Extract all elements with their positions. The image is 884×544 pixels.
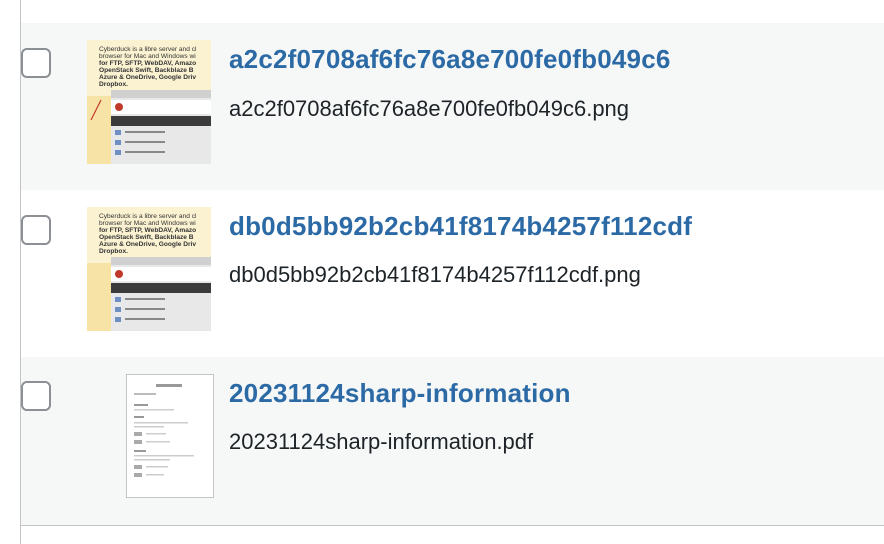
media-filename: a2c2f0708af6fc76a8e700fe0fb049c6.png (229, 96, 630, 121)
row-checkbox[interactable] (21, 381, 51, 411)
thumb-text-line: Cyberduck is a libre server and cl (99, 46, 197, 53)
media-thumbnail[interactable]: Cyberduck is a libre server and cl brows… (87, 207, 211, 331)
thumb-text-line: for FTP, SFTP, WebDAV, Amazo (99, 227, 196, 234)
media-title-link[interactable]: 20231124sharp-information (229, 378, 571, 409)
thumb-text-line: Cyberduck is a libre server and cl (99, 213, 197, 220)
media-title-link[interactable]: a2c2f0708af6fc76a8e700fe0fb049c6 (229, 44, 671, 75)
media-thumbnail[interactable]: Cyberduck is a libre server and cl brows… (87, 40, 211, 164)
thumb-text-line: for FTP, SFTP, WebDAV, Amazo (99, 60, 196, 67)
media-filename: 20231124sharp-information.pdf (229, 429, 534, 454)
thumb-text-line: Azure & OneDrive, Google Driv (99, 74, 196, 81)
row-checkbox[interactable] (21, 215, 51, 245)
thumb-text-line: Azure & OneDrive, Google Driv (99, 241, 196, 248)
row-checkbox[interactable] (21, 48, 51, 78)
thumb-text-line: browser for Mac and Windows wi (99, 53, 196, 60)
pdf-thumbnail[interactable] (126, 374, 214, 498)
thumb-text-line: Dropbox. (99, 248, 128, 255)
thumb-text-line: OpenStack Swift, Backblaze B (99, 234, 194, 241)
media-title-link[interactable]: db0d5bb92b2cb41f8174b4257f112cdf (229, 211, 692, 242)
thumb-text-line: browser for Mac and Windows wi (99, 220, 196, 227)
media-filename: db0d5bb92b2cb41f8174b4257f112cdf.png (229, 262, 641, 287)
thumb-text-line: OpenStack Swift, Backblaze B (99, 67, 194, 74)
table-bottom-border (21, 525, 884, 526)
thumb-text-line: Dropbox. (99, 81, 128, 88)
